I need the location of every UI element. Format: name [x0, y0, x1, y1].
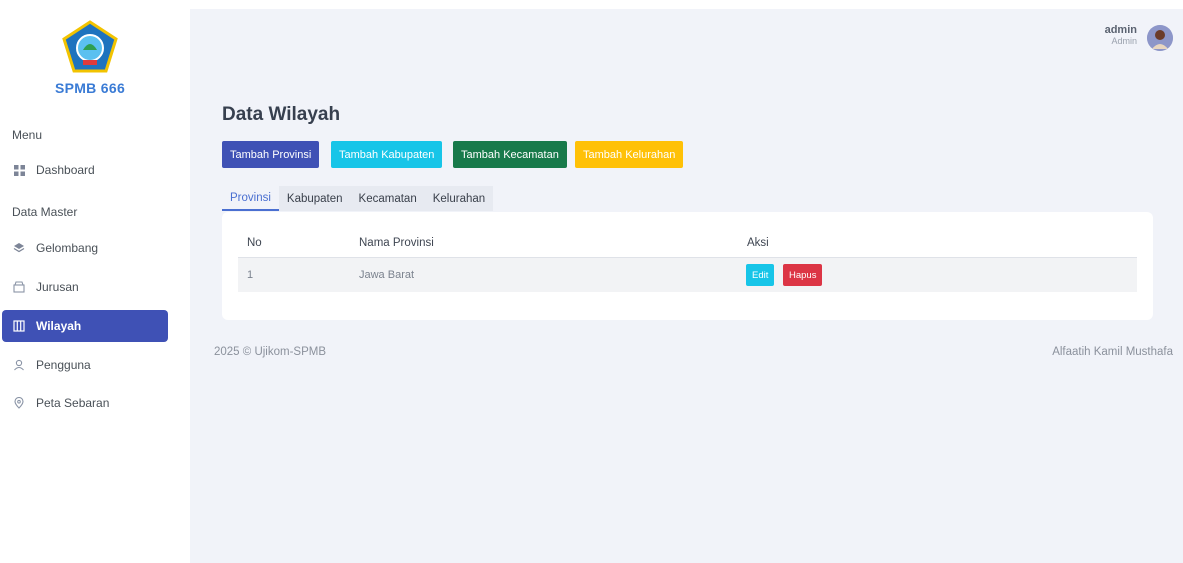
add-kelurahan-button[interactable]: Tambah Kelurahan	[575, 141, 684, 168]
column-header-nama-provinsi: Nama Provinsi	[359, 237, 434, 249]
sidebar-item-label: Wilayah	[36, 319, 82, 333]
sidebar-item-gelombang[interactable]: Gelombang	[2, 232, 168, 264]
tab-provinsi[interactable]: Provinsi	[222, 186, 279, 211]
edit-button[interactable]: Edit	[746, 264, 775, 286]
sidebar-item-jurusan[interactable]: Jurusan	[2, 271, 168, 303]
tab-kecamatan[interactable]: Kecamatan	[351, 186, 425, 211]
user-info[interactable]: admin Admin	[1105, 21, 1137, 46]
sidebar-item-label: Gelombang	[36, 241, 99, 255]
cell-nama-provinsi: Jawa Barat	[359, 269, 415, 281]
box-icon	[12, 280, 26, 294]
map-icon	[12, 319, 26, 333]
section-title-menu: Menu	[12, 128, 43, 142]
footer-author: Alfaatih Kamil Musthafa	[1052, 346, 1173, 358]
delete-button[interactable]: Hapus	[783, 264, 823, 286]
avatar[interactable]	[1147, 25, 1173, 51]
add-kabupaten-button[interactable]: Tambah Kabupaten	[331, 141, 443, 168]
main-content: admin Admin Data Wilayah Tambah Provinsi…	[190, 9, 1183, 563]
sidebar-item-dashboard[interactable]: Dashboard	[2, 154, 168, 186]
tab-bar: Provinsi Kabupaten Kecamatan Kelurahan	[222, 186, 494, 211]
sidebar-item-label: Peta Sebaran	[36, 396, 110, 410]
user-icon	[12, 358, 26, 372]
column-header-aksi: Aksi	[747, 237, 769, 249]
grid-icon	[12, 163, 26, 177]
column-header-no: No	[247, 237, 262, 249]
tab-kelurahan[interactable]: Kelurahan	[425, 186, 493, 211]
section-title-data-master: Data Master	[12, 205, 78, 219]
add-provinsi-button[interactable]: Tambah Provinsi	[222, 141, 320, 168]
footer-copyright: 2025 © Ujikom-SPMB	[214, 346, 327, 358]
sidebar: SPMB 666 Menu Dashboard Data Master Gelo…	[0, 0, 180, 563]
table-card: No Nama Provinsi Aksi 1 Jawa Barat Edit …	[222, 212, 1153, 320]
sidebar-item-pengguna[interactable]: Pengguna	[2, 349, 168, 381]
sidebar-item-label: Jurusan	[36, 280, 79, 294]
add-kecamatan-button[interactable]: Tambah Kecamatan	[453, 141, 567, 168]
school-logo-icon	[62, 20, 118, 73]
user-role: Admin	[1111, 36, 1137, 46]
map-pin-icon	[12, 396, 26, 410]
sidebar-item-wilayah[interactable]: Wilayah	[2, 310, 168, 342]
brand[interactable]: SPMB 666	[0, 0, 180, 105]
user-name: admin	[1104, 24, 1137, 36]
cell-no: 1	[247, 269, 254, 281]
page-title: Data Wilayah	[222, 104, 341, 125]
sidebar-item-label: Pengguna	[36, 358, 91, 372]
layers-icon	[12, 241, 26, 255]
table-row: 1 Jawa Barat Edit Hapus	[238, 257, 1137, 292]
tab-kabupaten[interactable]: Kabupaten	[279, 186, 351, 211]
sidebar-item-peta-sebaran[interactable]: Peta Sebaran	[2, 387, 168, 419]
brand-name: SPMB 666	[54, 80, 126, 96]
sidebar-item-label: Dashboard	[36, 163, 95, 177]
